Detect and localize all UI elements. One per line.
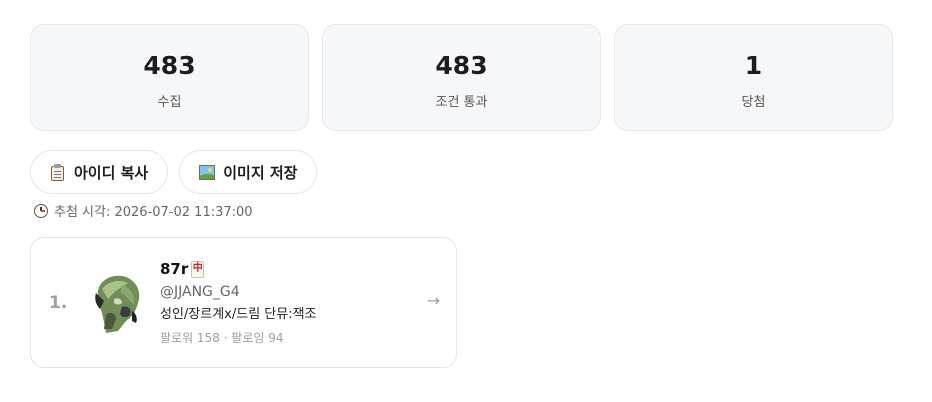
copy-ids-button[interactable]: 아이디 복사 [30, 150, 169, 194]
user-handle: @JJANG_G4 [160, 284, 240, 300]
avatar [92, 271, 150, 333]
stats-row: 483 수집 483 조건 통과 1 당첨 [30, 24, 893, 131]
page-root: 483 수집 483 조건 통과 1 당첨 아이디 복사 이미지 저장 추첨 시… [0, 0, 932, 402]
stat-label: 조건 통과 [435, 95, 488, 110]
stat-value: 1 [744, 51, 763, 80]
stat-card-winners: 1 당첨 [614, 24, 893, 131]
save-image-button[interactable]: 이미지 저장 [179, 150, 318, 194]
name-row: 87r 中 [160, 258, 317, 280]
draw-time-text: 추첨 시각: 2026-07-02 11:37:00 [54, 205, 253, 220]
stat-value: 483 [435, 51, 488, 80]
stat-card-collected: 483 수집 [30, 24, 309, 131]
display-name: 87r [160, 260, 189, 278]
mahjong-red-dragon-icon: 中 [191, 260, 205, 278]
winner-rank: 1. [49, 293, 68, 313]
draw-time: 추첨 시각: 2026-07-02 11:37:00 [34, 201, 253, 220]
save-image-label: 이미지 저장 [223, 163, 298, 182]
stat-card-passed: 483 조건 통과 [322, 24, 601, 131]
action-buttons: 아이디 복사 이미지 저장 [30, 150, 318, 194]
clipboard-icon [50, 163, 66, 181]
user-bio: 성인/장르계x/드림 단뮤:잭조 [160, 307, 317, 322]
winner-card[interactable]: 1. 87r 中 @JJANG_G4 성인/장르계x/드림 단뮤:잭조 팔로워 … [30, 237, 457, 368]
user-info: 87r 中 @JJANG_G4 성인/장르계x/드림 단뮤:잭조 팔로워 158… [160, 258, 317, 346]
copy-ids-label: 아이디 복사 [74, 163, 149, 182]
follow-counts: 팔로워 158 · 팔로잉 94 [160, 331, 284, 345]
clock-icon [34, 203, 48, 218]
arrow-right-icon: → [426, 291, 440, 310]
framed-picture-icon [199, 164, 216, 181]
stat-label: 수집 [157, 95, 182, 110]
stat-label: 당첨 [741, 95, 766, 110]
stat-value: 483 [143, 51, 196, 80]
